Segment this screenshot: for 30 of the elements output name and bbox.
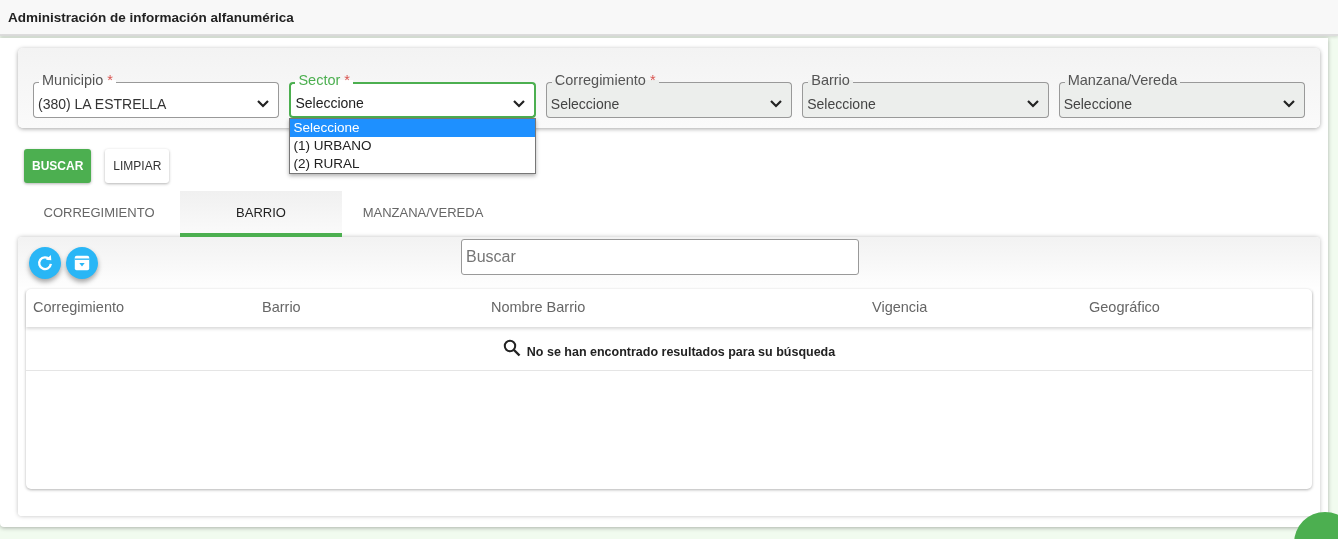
chevron-down-icon — [769, 99, 784, 109]
field-label: Manzana/Vereda — [1064, 71, 1181, 89]
download-button[interactable] — [66, 246, 98, 279]
search-field[interactable]: Buscar — [461, 238, 859, 275]
field-label: Barrio — [808, 71, 853, 89]
chevron-down-icon — [1025, 99, 1040, 109]
dropdown-option[interactable]: (1) URBANO — [290, 137, 535, 155]
chevron-down-icon — [256, 99, 271, 109]
column-header: Geográfico — [1089, 297, 1161, 317]
column-header: Vigencia — [872, 297, 929, 317]
archive-download-icon — [73, 253, 91, 272]
refresh-icon — [36, 253, 54, 272]
chevron-down-icon — [1282, 99, 1297, 109]
empty-message: No se han encontrado resultados para su búsqueda — [526, 343, 836, 361]
field-label: Corregimiento * — [551, 71, 659, 89]
refresh-button[interactable] — [29, 246, 61, 279]
select-field[interactable]: (380) LA ESTRELLA — [33, 89, 280, 118]
select-field[interactable]: Seleccione — [289, 89, 536, 118]
column-header: Nombre Barrio — [491, 297, 587, 317]
column-header: Corregimiento — [33, 297, 126, 317]
field-label: Municipio * — [39, 71, 116, 89]
tab[interactable]: CORREGIMIENTO — [18, 191, 180, 237]
column-header: Barrio — [262, 297, 302, 317]
tab[interactable]: MANZANA/VEREDA — [342, 191, 504, 237]
chevron-down-icon — [511, 98, 526, 109]
page-title: Administración de información alfanumérica — [0, 0, 1338, 36]
dropdown-option[interactable]: (2) RURAL — [290, 155, 535, 173]
search-icon — [502, 339, 521, 357]
clear-button[interactable]: LIMPIAR — [105, 149, 170, 183]
tab[interactable]: BARRIO — [180, 191, 342, 237]
